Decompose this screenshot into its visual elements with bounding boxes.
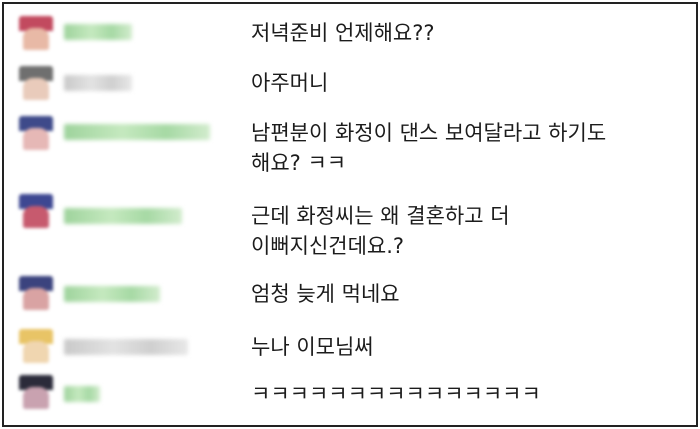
avatar[interactable]	[19, 194, 53, 228]
message-text: 엄청 늦게 먹네요	[251, 282, 400, 306]
message-text: 근데 화정씨는 왜 결혼하고 더 이뻐지신건데요.?	[251, 204, 510, 258]
avatar[interactable]	[19, 116, 53, 150]
message-text: 저녁준비 언제해요??	[251, 21, 435, 45]
avatar[interactable]	[19, 329, 53, 363]
message-text: 남편분이 화정이 댄스 보여달라고 하기도 해요? ㅋㅋ	[251, 121, 607, 175]
message-text: ㅋㅋㅋㅋㅋㅋㅋㅋㅋㅋㅋㅋㅋㅋㅋ	[251, 382, 541, 406]
username-blurred[interactable]	[64, 75, 132, 91]
avatar[interactable]	[19, 66, 53, 100]
username-blurred[interactable]	[64, 386, 100, 402]
username-blurred[interactable]	[64, 124, 210, 140]
message-text: 누나 이모님써	[251, 335, 374, 359]
chat-panel: 저녁준비 언제해요?? 아주머니 남편분이 화정이 댄스 보여달라고 하기도 해…	[2, 2, 698, 427]
username-blurred[interactable]	[64, 286, 160, 302]
username-blurred[interactable]	[64, 208, 182, 224]
message-text: 아주머니	[251, 71, 329, 95]
username-blurred[interactable]	[64, 24, 132, 40]
avatar[interactable]	[19, 375, 53, 409]
avatar[interactable]	[19, 16, 53, 50]
avatar[interactable]	[19, 276, 53, 310]
username-blurred[interactable]	[64, 339, 188, 355]
